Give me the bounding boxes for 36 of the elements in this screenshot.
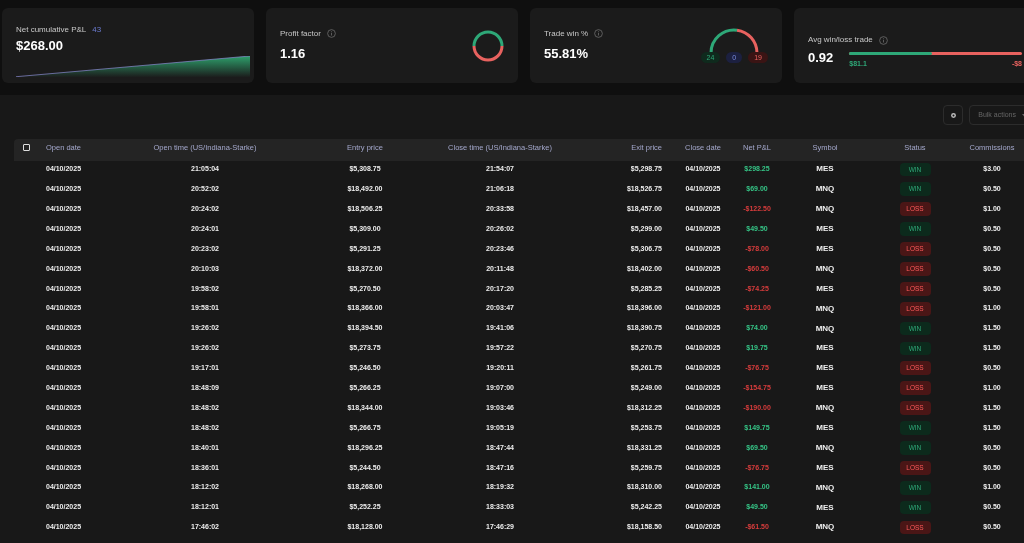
card-title: Avg win/loss trade [808, 34, 873, 46]
card-title: Trade win % [544, 27, 589, 40]
donut-chart-icon [472, 29, 504, 62]
gear-icon [949, 111, 957, 119]
table-cell-text: MES [815, 342, 835, 355]
table-cell-text: MES [815, 382, 835, 395]
card-value: $268.00 [16, 37, 64, 55]
table-cell-text: MES [815, 422, 835, 434]
info-icon [326, 29, 336, 39]
settings-button[interactable] [943, 105, 964, 125]
table-cell-text: MNQ [814, 441, 836, 454]
info-icon [878, 35, 888, 45]
table-cell-text: MES [815, 223, 835, 236]
table-cell-text: MNQ [814, 262, 836, 275]
card-title: Profit factor [280, 27, 321, 40]
table-cell-text: MNQ [814, 521, 836, 534]
table-cell-text: MES [815, 242, 835, 255]
card-title: Net cumulative P&L [16, 24, 87, 36]
table-cell-text: MNQ [814, 203, 836, 216]
table-cell-text: MNQ [814, 402, 836, 415]
table-cell-text: MES [815, 282, 835, 295]
card-value: 55.81% [544, 44, 590, 63]
trade-count: 43 [92, 24, 102, 36]
info-icon [594, 29, 604, 39]
card-value: 0.92 [808, 49, 834, 67]
gauge-icon [709, 28, 760, 54]
table-cell-text: MNQ [814, 322, 836, 335]
card-value: 1.16 [280, 44, 307, 63]
table-cell-text: MES [815, 163, 835, 176]
select-all-checkbox[interactable] [22, 143, 30, 151]
table-cell-text: MES [815, 501, 835, 514]
table-cell-text: MNQ [814, 481, 836, 494]
table-cell-text: MES [815, 461, 835, 474]
table-cell-text: MES [815, 362, 835, 375]
table-cell-text: MNQ [814, 302, 836, 315]
table-cell-text: MNQ [814, 183, 836, 196]
